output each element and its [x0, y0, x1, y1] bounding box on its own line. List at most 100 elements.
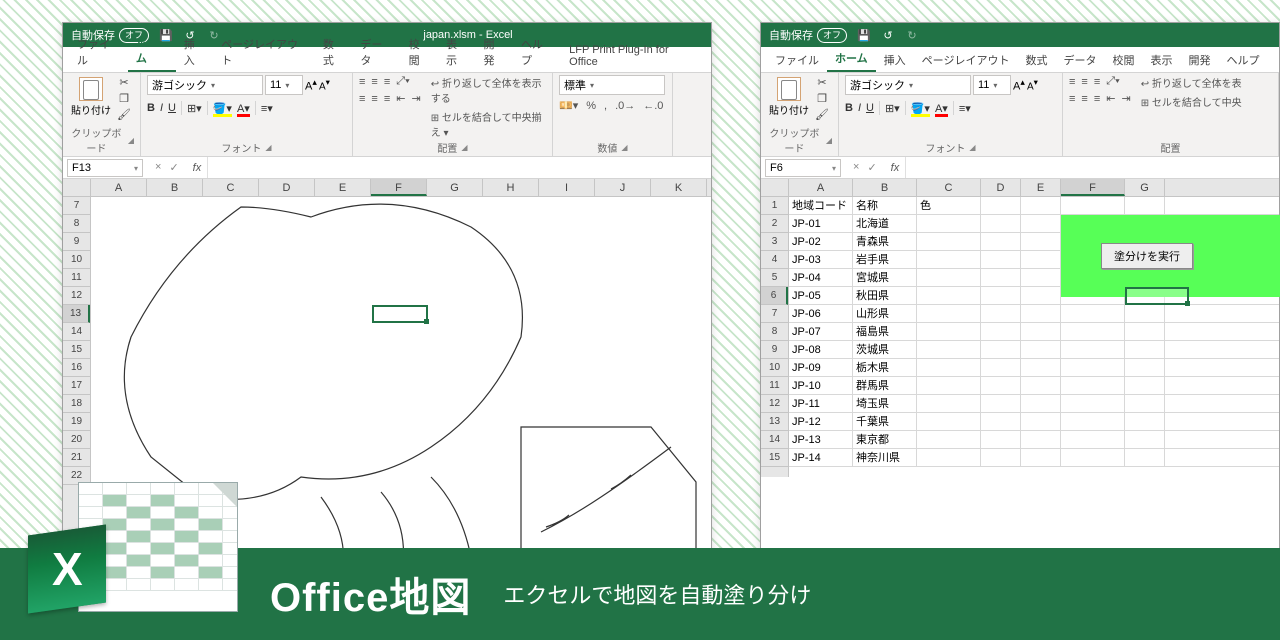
save-icon[interactable]: 💾 — [857, 28, 871, 42]
col-header-A[interactable]: A — [789, 179, 853, 196]
cell-F9[interactable] — [1061, 341, 1125, 358]
cell-F13[interactable] — [1061, 413, 1125, 430]
active-cell[interactable] — [372, 305, 428, 323]
cell-D1[interactable] — [981, 197, 1021, 214]
formula-input[interactable] — [905, 157, 1279, 178]
auto-save-toggle[interactable]: 自動保存 オフ — [769, 27, 847, 43]
indent-increase-icon[interactable]: ⇥ — [1121, 92, 1130, 105]
orientation-icon[interactable]: ⤢▾ — [1106, 75, 1119, 88]
tab-ページレイアウト[interactable]: ページレイアウト — [914, 48, 1018, 72]
tab-ホーム[interactable]: ホーム — [128, 30, 176, 72]
cell-B6[interactable]: 秋田県 — [853, 287, 917, 304]
cell-G14[interactable] — [1125, 431, 1165, 448]
fill-color-button[interactable]: 🪣▾ — [213, 102, 232, 115]
tab-ヘルプ[interactable]: ヘルプ — [1218, 48, 1267, 72]
cell-A15[interactable]: JP-14 — [789, 449, 853, 466]
border-button[interactable]: ⊞▾ — [187, 102, 202, 115]
align-center-icon[interactable]: ≡ — [1081, 93, 1087, 105]
tab-数式[interactable]: 数式 — [315, 32, 352, 72]
cell-E15[interactable] — [1021, 449, 1061, 466]
cut-icon[interactable]: ✂ — [117, 75, 131, 89]
font-name-combo[interactable]: 游ゴシック — [147, 75, 263, 95]
percent-icon[interactable]: % — [586, 100, 596, 112]
cell-C8[interactable] — [917, 323, 981, 340]
name-box[interactable]: F13 — [67, 159, 143, 177]
tab-ファイル[interactable]: ファイル — [69, 32, 128, 72]
cell-F14[interactable] — [1061, 431, 1125, 448]
cell-C11[interactable] — [917, 377, 981, 394]
increase-font-icon[interactable]: A▴ — [1013, 77, 1025, 93]
cell-F12[interactable] — [1061, 395, 1125, 412]
row-header-2[interactable]: 2 — [761, 215, 788, 233]
redo-icon[interactable]: ↻ — [207, 28, 221, 42]
paste-button[interactable]: 貼り付け — [767, 75, 811, 119]
row-header-20[interactable]: 20 — [63, 431, 90, 449]
row-header-12[interactable]: 12 — [63, 287, 90, 305]
align-top-icon[interactable]: ≡ — [359, 76, 365, 88]
decrease-font-icon[interactable]: A▾ — [1027, 77, 1038, 92]
table-row[interactable]: JP-09栃木県 — [789, 359, 1279, 377]
col-header-F[interactable]: F — [1061, 179, 1125, 196]
row-header-8[interactable]: 8 — [63, 215, 90, 233]
cell-E5[interactable] — [1021, 269, 1061, 286]
cell-F1[interactable] — [1061, 197, 1125, 214]
orientation-icon[interactable]: ⤢▾ — [396, 75, 409, 88]
decrease-decimal-icon[interactable]: ←.0 — [643, 100, 663, 112]
tab-ホーム[interactable]: ホーム — [827, 46, 876, 72]
cell-E13[interactable] — [1021, 413, 1061, 430]
row-header-21[interactable]: 21 — [63, 449, 90, 467]
cell-F8[interactable] — [1061, 323, 1125, 340]
align-left-icon[interactable]: ≡ — [359, 93, 365, 105]
row-header-13[interactable]: 13 — [63, 305, 90, 323]
name-box[interactable]: F6 — [765, 159, 841, 177]
cell-G12[interactable] — [1125, 395, 1165, 412]
row-header-16[interactable]: 16 — [63, 359, 90, 377]
decrease-font-icon[interactable]: A▾ — [319, 77, 330, 92]
fx-icon[interactable]: fx — [187, 162, 208, 174]
font-size-combo[interactable]: 11 — [973, 75, 1011, 95]
select-all-corner[interactable] — [761, 179, 789, 196]
align-right-icon[interactable]: ≡ — [1094, 93, 1100, 105]
cell-A10[interactable]: JP-09 — [789, 359, 853, 376]
cell-D13[interactable] — [981, 413, 1021, 430]
cell-C15[interactable] — [917, 449, 981, 466]
cancel-icon[interactable]: × — [853, 161, 859, 174]
indent-decrease-icon[interactable]: ⇤ — [1106, 92, 1115, 105]
cell-A6[interactable]: JP-05 — [789, 287, 853, 304]
col-header-D[interactable]: D — [981, 179, 1021, 196]
tab-データ[interactable]: データ — [352, 32, 400, 72]
cell-G11[interactable] — [1125, 377, 1165, 394]
cell-C5[interactable] — [917, 269, 981, 286]
enter-icon[interactable]: ✓ — [867, 161, 876, 174]
italic-button[interactable]: I — [858, 102, 861, 114]
align-left-icon[interactable]: ≡ — [1069, 93, 1075, 105]
cell-C12[interactable] — [917, 395, 981, 412]
row-header-10[interactable]: 10 — [63, 251, 90, 269]
cell-B4[interactable]: 岩手県 — [853, 251, 917, 268]
tab-ファイル[interactable]: ファイル — [767, 48, 827, 72]
cut-icon[interactable]: ✂ — [815, 75, 829, 89]
tab-ヘルプ[interactable]: ヘルプ — [513, 32, 561, 72]
row-header-15[interactable]: 15 — [63, 341, 90, 359]
cell-A12[interactable]: JP-11 — [789, 395, 853, 412]
col-header-B[interactable]: B — [853, 179, 917, 196]
col-header-C[interactable]: C — [917, 179, 981, 196]
cell-C7[interactable] — [917, 305, 981, 322]
select-all-corner[interactable] — [63, 179, 91, 196]
row-header-5[interactable]: 5 — [761, 269, 788, 287]
cell-D11[interactable] — [981, 377, 1021, 394]
col-header-I[interactable]: I — [539, 179, 595, 196]
cell-D7[interactable] — [981, 305, 1021, 322]
tab-データ[interactable]: データ — [1055, 48, 1104, 72]
table-row[interactable]: JP-06山形県 — [789, 305, 1279, 323]
row-header-14[interactable]: 14 — [63, 323, 90, 341]
cell-C14[interactable] — [917, 431, 981, 448]
cell-F11[interactable] — [1061, 377, 1125, 394]
cell-G1[interactable] — [1125, 197, 1165, 214]
cell-C13[interactable] — [917, 413, 981, 430]
cell-F10[interactable] — [1061, 359, 1125, 376]
col-header-H[interactable]: H — [483, 179, 539, 196]
col-header-A[interactable]: A — [91, 179, 147, 196]
cell-E3[interactable] — [1021, 233, 1061, 250]
paste-button[interactable]: 貼り付け — [69, 75, 113, 119]
